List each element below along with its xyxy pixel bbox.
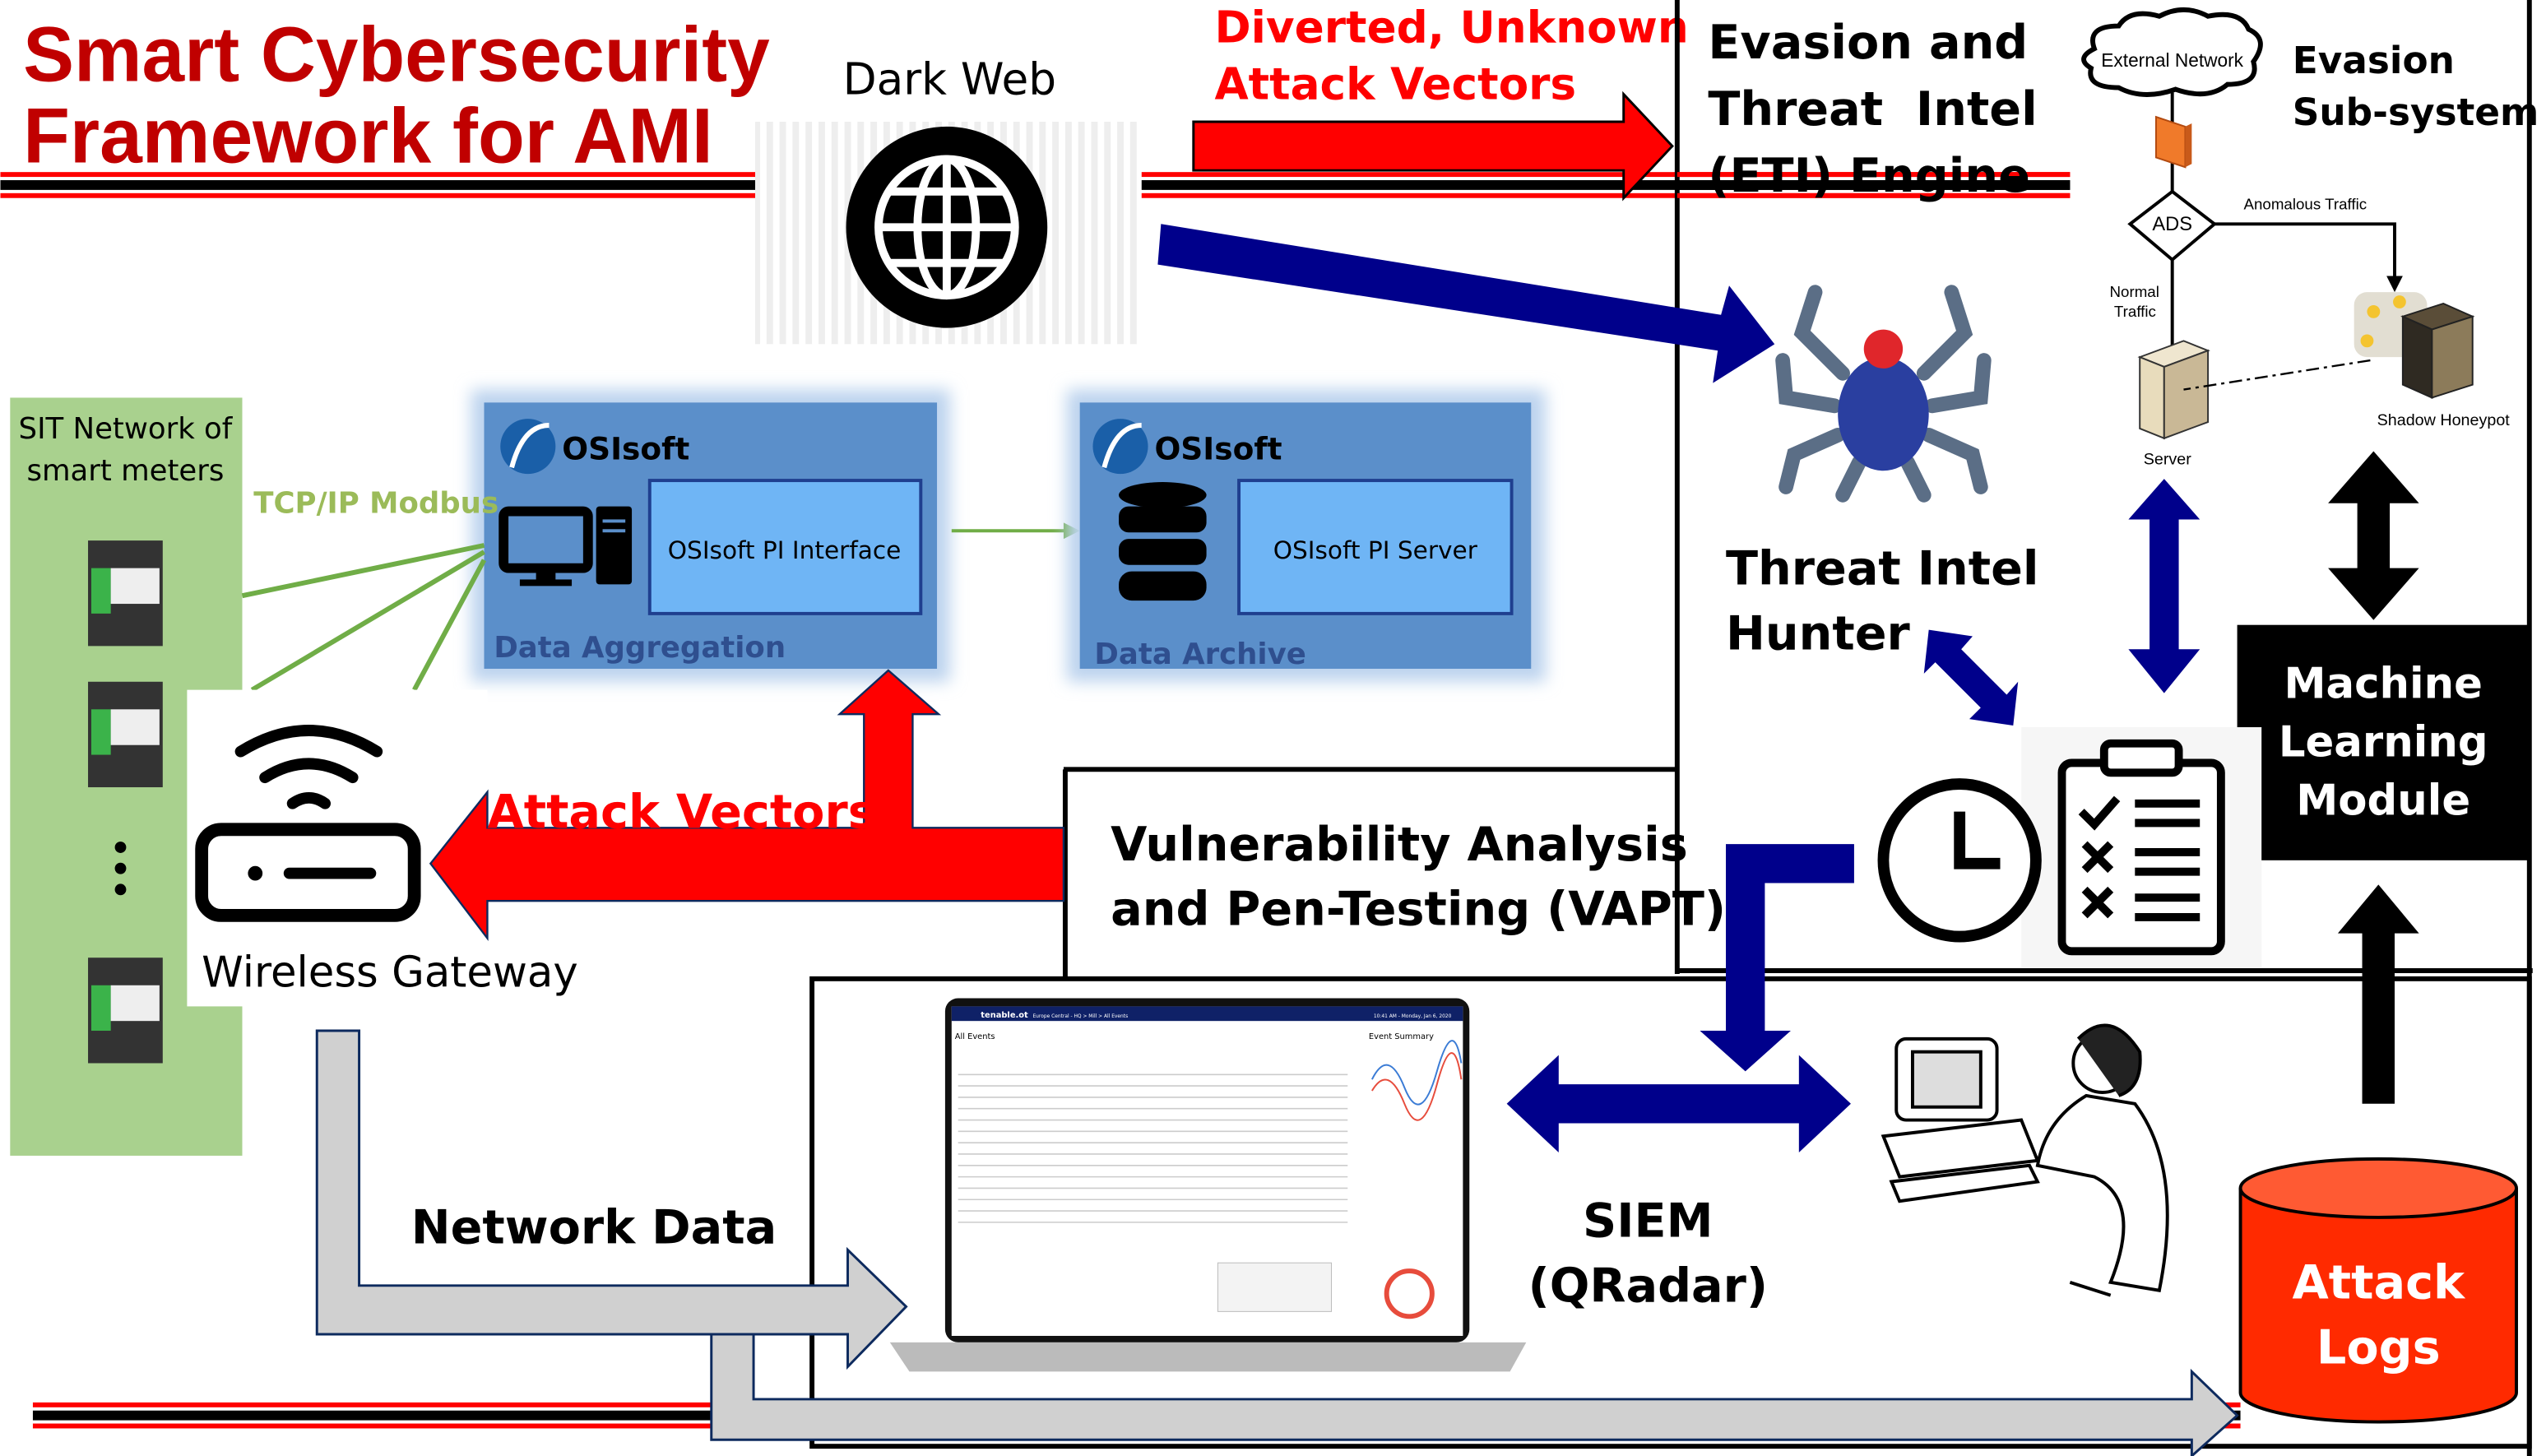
evasion-ml-double-arrow	[2328, 451, 2419, 620]
data-aggregation-label: Data Aggregation	[494, 631, 786, 665]
shadow-honeypot-icon	[2354, 292, 2475, 399]
normal-traffic-label-2: Traffic	[2114, 303, 2156, 320]
hunter-clipboard-double-arrow	[1923, 629, 2019, 726]
database-icon	[1119, 482, 1207, 601]
vapt-1: Vulnerability Analysis	[1111, 818, 1688, 872]
checklist-clipboard-icon	[2057, 739, 2225, 956]
external-network-cloud-icon: External Network	[2081, 7, 2263, 97]
framework-diagram: Smart Cybersecurity Framework for AMI Da…	[0, 0, 2539, 1456]
svg-text:OSIsoft: OSIsoft	[562, 430, 689, 466]
attack-logs-2: Logs	[2316, 1321, 2441, 1375]
ml-module-2: Learning	[2279, 718, 2488, 767]
spider-head	[1863, 329, 1904, 369]
evasion-title-1: Evasion	[2293, 39, 2455, 82]
diverted-label-1: Diverted, Unknown	[1214, 2, 1688, 53]
sit-label-1: SIT Network of	[19, 412, 234, 446]
pi-server-label: OSIsoft PI Server	[1273, 536, 1478, 564]
threat-hunter-2: Hunter	[1726, 606, 1911, 661]
honeypot-server-link	[2183, 359, 2371, 391]
attack-logs-1: Attack	[2292, 1256, 2466, 1310]
logs-to-ml-arrow	[2337, 884, 2419, 1104]
clipboard-to-siem-arrow	[1700, 844, 1854, 1072]
title-line1: Smart Cybersecurity	[23, 12, 770, 99]
laptop-breadcrumb: Europe Central - HQ > Mill > All Events	[1032, 1014, 1128, 1019]
ml-module-3: Module	[2296, 777, 2470, 826]
darkweb-to-hunter-arrow	[1157, 224, 1775, 383]
attack-vectors-label: Attack Vectors	[487, 785, 875, 839]
ml-module-1: Machine	[2284, 659, 2482, 708]
diverted-label-2: Attack Vectors	[1214, 58, 1576, 109]
ellipsis-dots	[114, 842, 127, 896]
smart-meter-icon	[88, 681, 163, 788]
laptop-siem-dashboard: tenable.ot Europe Central - HQ > Mill > …	[889, 998, 1527, 1372]
anomalous-traffic-label: Anomalous Traffic	[2244, 196, 2367, 213]
anomalous-flow	[2214, 222, 2396, 280]
eti-title-1: Evasion and	[1708, 16, 2028, 70]
eti-title-2: Threat Intel	[1708, 82, 2037, 137]
arrowhead	[2386, 276, 2403, 293]
evasion-clipboard-double-arrow	[2128, 479, 2201, 693]
smart-meter-icon	[88, 958, 163, 1064]
smart-meter-icon	[88, 540, 163, 647]
laptop-summary: Event Summary	[1369, 1032, 1434, 1041]
threat-hunter-1: Threat Intel	[1726, 541, 2038, 596]
aggregation-to-archive-arrow	[951, 522, 1080, 540]
shadow-honeypot-label: Shadow Honeypot	[2377, 411, 2511, 429]
data-archive-label: Data Archive	[1094, 638, 1305, 671]
evasion-title-2: Sub-system	[2293, 90, 2539, 134]
vapt-2: and Pen-Testing (VAPT)	[1111, 883, 1726, 937]
network-data-label: Network Data	[411, 1201, 777, 1255]
laptop-siem-double-arrow	[1506, 1055, 1851, 1153]
external-network-label: External Network	[2101, 49, 2243, 71]
sit-label-2: smart meters	[26, 454, 224, 488]
pi-interface-label: OSIsoft PI Interface	[668, 536, 902, 564]
server-label: Server	[2144, 450, 2192, 468]
ads-label: ADS	[2152, 214, 2192, 235]
siem-1: SIEM	[1583, 1194, 1714, 1249]
spider-body	[1838, 357, 1929, 471]
eti-title-3: (ETI) Engine	[1708, 149, 2030, 203]
meter-links	[241, 543, 487, 693]
wireless-gateway-label: Wireless Gateway	[202, 948, 578, 998]
globe-icon	[755, 121, 1142, 345]
laptop-page: All Events	[955, 1032, 995, 1041]
network-data-arrow	[315, 1029, 908, 1370]
laptop-brand: tenable.ot	[981, 1011, 1028, 1020]
title-line2: Framework for AMI	[23, 92, 713, 179]
server-icon	[2137, 340, 2210, 440]
dark-web-label: Dark Web	[843, 53, 1056, 104]
firewall-icon	[2154, 115, 2192, 169]
clock-icon	[1877, 778, 2042, 943]
siem-2: (QRadar)	[1528, 1259, 1768, 1314]
normal-traffic-label-1: Normal	[2110, 283, 2159, 300]
laptop-datetime: 10:41 AM - Monday, Jan 6, 2020	[1374, 1014, 1452, 1019]
operator-at-computer-icon	[1881, 1023, 2169, 1297]
svg-text:OSIsoft: OSIsoft	[1154, 430, 1282, 466]
tcp-modbus-label: TCP/IP Modbus	[253, 487, 499, 521]
